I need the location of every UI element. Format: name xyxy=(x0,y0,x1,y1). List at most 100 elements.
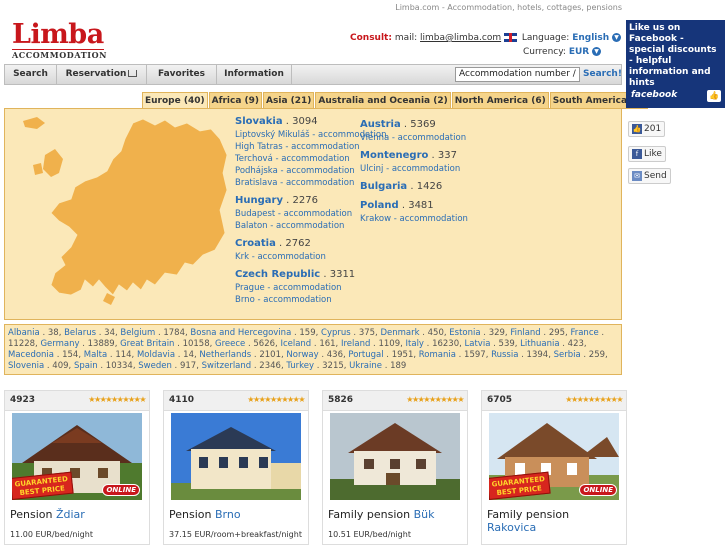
country-link[interactable]: Spain xyxy=(74,361,98,371)
country-item[interactable]: Netherlands . 2101 xyxy=(199,350,281,360)
country-link[interactable]: Bosna and Hercegovina xyxy=(190,328,291,338)
country-link[interactable]: Albania xyxy=(8,328,40,338)
listing-city[interactable]: Bük xyxy=(414,508,435,521)
country-link[interactable]: Ireland xyxy=(341,339,370,349)
listing-city[interactable]: Rakovica xyxy=(487,521,536,534)
country-item[interactable]: Germany . 13889 xyxy=(40,339,114,349)
country-heading[interactable]: Austria . 5369 xyxy=(360,119,468,130)
language-selector[interactable]: Language: English ▼ xyxy=(504,33,622,43)
currency-value[interactable]: EUR xyxy=(569,47,589,57)
country-item[interactable]: Belarus . 34 xyxy=(64,328,115,338)
country-item[interactable]: Slovenia . 409 xyxy=(8,361,69,371)
city-link[interactable]: Krakow - accommodation xyxy=(360,213,468,225)
city-link[interactable]: Vienna - accommodation xyxy=(360,132,468,144)
country-item[interactable]: Iceland . 161 xyxy=(280,339,335,349)
country-item[interactable]: Serbia . 259 xyxy=(554,350,605,360)
continent-tab[interactable]: Asia (21) xyxy=(263,92,315,109)
country-item[interactable]: Turkey . 3215 xyxy=(286,361,343,371)
country-link[interactable]: Slovenia xyxy=(8,361,44,371)
logo[interactable]: Limba ACCOMMODATION xyxy=(12,21,106,60)
listing-title[interactable]: Pension Ždiar xyxy=(10,508,85,521)
country-item[interactable]: Macedonia . 154 xyxy=(8,350,78,360)
country-link[interactable]: France xyxy=(570,328,598,338)
country-item[interactable]: Greece . 5626 xyxy=(215,339,275,349)
facebook-like-button[interactable]: f Like xyxy=(628,146,666,162)
listing-card[interactable]: 4110 ★★★★★★★★★★ Pension Brno 37.15 EUR/room… xyxy=(163,390,309,545)
listing-city[interactable]: Brno xyxy=(215,508,241,521)
country-heading[interactable]: Poland . 3481 xyxy=(360,200,468,211)
send-button[interactable]: ✉ Send xyxy=(628,168,671,184)
country-item[interactable]: Great Britain . 10158 xyxy=(120,339,210,349)
nav-reservation[interactable]: Reservation xyxy=(57,65,147,84)
chevron-down-icon[interactable]: ▼ xyxy=(592,47,602,56)
country-name[interactable]: Slovakia xyxy=(235,116,283,127)
country-link[interactable]: Russia xyxy=(491,350,518,360)
country-item[interactable]: Switzerland . 2346 xyxy=(202,361,281,371)
country-link[interactable]: Norway xyxy=(286,350,318,360)
listing-photo[interactable] xyxy=(171,413,301,500)
listing-photo[interactable]: GUARANTEED BEST PRICE ONLINE xyxy=(12,413,142,500)
country-name[interactable]: Austria xyxy=(360,119,401,130)
country-item[interactable]: Romania . 1597 xyxy=(419,350,486,360)
listing-photo[interactable]: GUARANTEED BEST PRICE ONLINE xyxy=(489,413,619,500)
country-heading[interactable]: Croatia . 2762 xyxy=(235,238,386,249)
country-item[interactable]: Latvia . 539 xyxy=(465,339,515,349)
country-item[interactable]: Norway . 436 xyxy=(286,350,343,360)
country-link[interactable]: Serbia xyxy=(554,350,581,360)
country-link[interactable]: Portugal xyxy=(348,350,383,360)
listing-photo[interactable] xyxy=(330,413,460,500)
country-item[interactable]: Malta . 114 xyxy=(84,350,132,360)
europe-map[interactable] xyxy=(15,115,230,315)
country-link[interactable]: Moldavia xyxy=(137,350,175,360)
country-link[interactable]: Great Britain xyxy=(120,339,174,349)
continent-tab[interactable]: Australia and Oceania (2) xyxy=(315,92,451,109)
nav-favorites[interactable]: Favorites xyxy=(147,65,217,84)
country-link[interactable]: Malta xyxy=(84,350,107,360)
country-heading[interactable]: Czech Republic . 3311 xyxy=(235,269,386,280)
country-item[interactable]: Sweden . 917 xyxy=(138,361,196,371)
country-item[interactable]: Denmark . 450 xyxy=(380,328,443,338)
country-item[interactable]: Spain . 10334 xyxy=(74,361,133,371)
country-link[interactable]: Belarus xyxy=(64,328,96,338)
search-input[interactable]: Accommodation number / Lo xyxy=(455,67,580,82)
country-item[interactable]: Ireland . 1109 xyxy=(341,339,400,349)
country-link[interactable]: Sweden xyxy=(138,361,172,371)
listing-card[interactable]: 5826 ★★★★★★★★★★ Family pension Bük 10.51 EU… xyxy=(322,390,468,545)
listing-card[interactable]: 4923 ★★★★★★★★★★ GUARANTEED BEST PRICE ONLINE… xyxy=(4,390,150,545)
country-link[interactable]: Romania xyxy=(419,350,456,360)
facebook-promo[interactable]: Like us on Facebook - special discounts … xyxy=(626,20,725,108)
listing-title[interactable]: Family pension Rakovica xyxy=(487,508,569,534)
country-item[interactable]: Russia . 1394 xyxy=(491,350,548,360)
country-link[interactable]: Italy xyxy=(406,339,424,349)
country-link[interactable]: Belgium xyxy=(120,328,155,338)
country-item[interactable]: Moldavia . 14 xyxy=(137,350,194,360)
country-heading[interactable]: Montenegro . 337 xyxy=(360,150,468,161)
country-item[interactable]: Estonia . 329 xyxy=(449,328,505,338)
listing-title[interactable]: Pension Brno xyxy=(169,508,241,521)
country-item[interactable]: Finland . 295 xyxy=(510,328,565,338)
currency-selector[interactable]: Currency: EUR ▼ xyxy=(523,47,602,57)
country-name[interactable]: Hungary xyxy=(235,195,283,206)
country-link[interactable]: Germany xyxy=(40,339,79,349)
country-link[interactable]: Netherlands xyxy=(199,350,251,360)
search-button[interactable]: Search! xyxy=(583,65,622,84)
city-link[interactable]: Brno - accommodation xyxy=(235,294,386,306)
city-link[interactable]: Ulcinj - accommodation xyxy=(360,163,468,175)
country-link[interactable]: Iceland xyxy=(280,339,311,349)
country-link[interactable]: Finland xyxy=(510,328,540,338)
country-name[interactable]: Croatia xyxy=(235,238,276,249)
country-name[interactable]: Bulgaria xyxy=(360,181,407,192)
country-link[interactable]: Macedonia xyxy=(8,350,54,360)
country-item[interactable]: Bosna and Hercegovina . 159 xyxy=(190,328,315,338)
email-link[interactable]: limba@limba.com xyxy=(420,33,501,43)
country-link[interactable]: Estonia xyxy=(449,328,480,338)
language-value[interactable]: English xyxy=(572,33,609,43)
continent-tab[interactable]: North America (6) xyxy=(451,92,549,109)
country-link[interactable]: Cyprus xyxy=(321,328,351,338)
listing-title[interactable]: Family pension Bük xyxy=(328,508,435,521)
country-item[interactable]: Portugal . 1951 xyxy=(348,350,413,360)
country-item[interactable]: Cyprus . 375 xyxy=(321,328,375,338)
country-link[interactable]: Lithuania xyxy=(520,339,559,349)
listing-card[interactable]: 6705 ★★★★★★★★★★ GUARANTEED BEST PRICE ONLINE… xyxy=(481,390,627,545)
continent-tab[interactable]: Europe (40) xyxy=(142,92,208,109)
